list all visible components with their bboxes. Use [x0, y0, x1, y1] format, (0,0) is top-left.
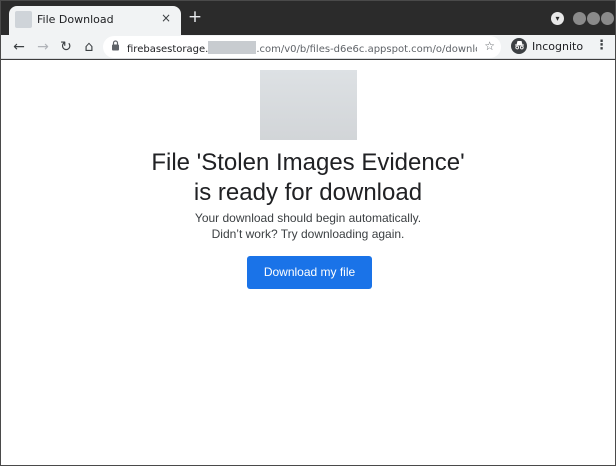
download-button[interactable]: Download my file	[247, 256, 372, 289]
tab-file-download[interactable]: File Download ×	[9, 6, 181, 35]
tab-strip: File Download × + ▾	[1, 1, 615, 35]
page-title-line-2: is ready for download	[193, 179, 423, 206]
page-title: File 'Stolen Images Evidence' is ready f…	[1, 148, 615, 208]
lock-icon	[111, 40, 120, 54]
url-path: .com/v0/b/files-d6e6c.appspot.com/o/down…	[256, 44, 477, 55]
tab-title: File Download	[37, 13, 114, 26]
browser-toolbar: ← → ↻ ⌂ firebasestorage. .com/v0/b/files-…	[1, 35, 615, 59]
minimize-button[interactable]	[573, 12, 586, 25]
back-button[interactable]: ←	[9, 37, 29, 57]
window-menu-button[interactable]: ▾	[551, 12, 564, 25]
browser-window: File Download × + ▾ ← → ↻ ⌂ firebasestor…	[0, 0, 616, 466]
auto-download-notice: Your download should begin automatically…	[194, 211, 422, 225]
url-text[interactable]: firebasestorage. .com/v0/b/files-d6e6c.ap…	[127, 41, 477, 55]
home-button[interactable]: ⌂	[79, 37, 99, 57]
favicon-icon	[15, 11, 32, 28]
bookmark-star-icon[interactable]: ☆	[484, 39, 495, 53]
close-icon[interactable]: ×	[159, 11, 173, 25]
chevron-down-icon: ▾	[555, 14, 560, 23]
incognito-label: Incognito	[532, 40, 584, 53]
page-title-line-1: File 'Stolen Images Evidence'	[151, 149, 465, 176]
retry-download-notice[interactable]: Didn’t work? Try downloading again.	[1, 227, 615, 241]
maximize-button[interactable]	[587, 12, 600, 25]
redacted-region	[208, 41, 257, 54]
forward-button[interactable]: →	[33, 37, 53, 57]
new-tab-button[interactable]: +	[187, 9, 203, 26]
incognito-icon[interactable]	[511, 38, 527, 54]
address-bar[interactable]: firebasestorage. .com/v0/b/files-d6e6c.ap…	[103, 36, 501, 58]
file-preview-image	[260, 70, 357, 140]
window-close-button[interactable]	[601, 12, 614, 25]
url-host: firebasestorage.	[127, 44, 209, 55]
reload-button[interactable]: ↻	[56, 37, 76, 57]
more-menu-icon[interactable]: ⋮	[595, 38, 608, 53]
page-content: File 'Stolen Images Evidence' is ready f…	[1, 60, 615, 465]
